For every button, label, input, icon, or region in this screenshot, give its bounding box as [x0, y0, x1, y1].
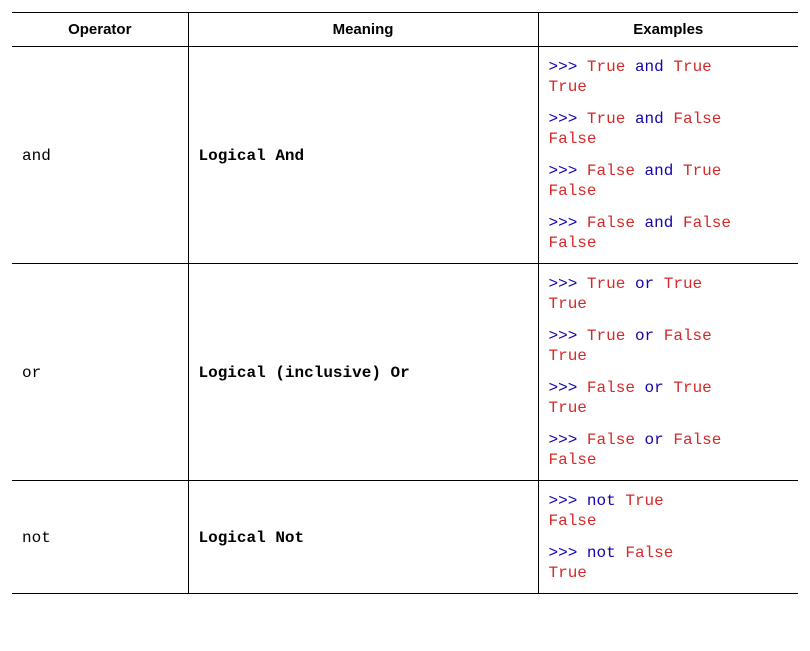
example: >>> True and False False — [549, 109, 789, 149]
keyword: or — [635, 275, 654, 293]
table-row: not Logical Not >>> not True False >>> n… — [12, 481, 798, 594]
example: >>> True and True True — [549, 57, 789, 97]
operand: False — [625, 544, 673, 562]
col-header-meaning: Meaning — [188, 13, 538, 47]
operand: False — [587, 379, 635, 397]
cell-examples: >>> not True False >>> not False True — [538, 481, 798, 594]
operand: True — [683, 162, 721, 180]
keyword: and — [635, 110, 664, 128]
operand: True — [587, 327, 625, 345]
operand: False — [673, 431, 721, 449]
keyword: or — [645, 431, 664, 449]
output: False — [549, 512, 597, 530]
output: True — [549, 78, 587, 96]
cell-meaning: Logical And — [188, 47, 538, 264]
cell-operator: or — [12, 264, 188, 481]
repl-prompt: >>> — [549, 58, 578, 76]
keyword: or — [635, 327, 654, 345]
cell-operator: not — [12, 481, 188, 594]
example: >>> not False True — [549, 543, 789, 583]
operand: False — [587, 162, 635, 180]
repl-prompt: >>> — [549, 214, 578, 232]
example: >>> True or True True — [549, 274, 789, 314]
output: False — [549, 451, 597, 469]
output: True — [549, 399, 587, 417]
repl-prompt: >>> — [549, 110, 578, 128]
operand: False — [587, 431, 635, 449]
output: True — [549, 295, 587, 313]
operand: False — [683, 214, 731, 232]
cell-meaning: Logical (inclusive) Or — [188, 264, 538, 481]
repl-prompt: >>> — [549, 492, 578, 510]
operand: False — [673, 110, 721, 128]
operand: True — [673, 379, 711, 397]
cell-operator: and — [12, 47, 188, 264]
operand: True — [673, 58, 711, 76]
keyword: and — [645, 162, 674, 180]
output: False — [549, 130, 597, 148]
operand: True — [587, 275, 625, 293]
output: True — [549, 347, 587, 365]
example: >>> False and True False — [549, 161, 789, 201]
keyword: and — [635, 58, 664, 76]
cell-meaning: Logical Not — [188, 481, 538, 594]
cell-examples: >>> True or True True >>> True or False … — [538, 264, 798, 481]
output: True — [549, 564, 587, 582]
col-header-operator: Operator — [12, 13, 188, 47]
keyword: and — [645, 214, 674, 232]
example: >>> False or False False — [549, 430, 789, 470]
logical-operators-table: Operator Meaning Examples and Logical An… — [12, 12, 798, 594]
operand: True — [587, 58, 625, 76]
output: False — [549, 182, 597, 200]
repl-prompt: >>> — [549, 379, 578, 397]
cell-examples: >>> True and True True >>> True and Fals… — [538, 47, 798, 264]
table-row: or Logical (inclusive) Or >>> True or Tr… — [12, 264, 798, 481]
example: >>> False or True True — [549, 378, 789, 418]
operand: True — [625, 492, 663, 510]
example: >>> not True False — [549, 491, 789, 531]
operand: True — [664, 275, 702, 293]
operand: True — [587, 110, 625, 128]
repl-prompt: >>> — [549, 327, 578, 345]
keyword: or — [645, 379, 664, 397]
table-row: and Logical And >>> True and True True >… — [12, 47, 798, 264]
operand: False — [664, 327, 712, 345]
operand: False — [587, 214, 635, 232]
repl-prompt: >>> — [549, 544, 578, 562]
output: False — [549, 234, 597, 252]
repl-prompt: >>> — [549, 275, 578, 293]
repl-prompt: >>> — [549, 431, 578, 449]
col-header-examples: Examples — [538, 13, 798, 47]
example: >>> True or False True — [549, 326, 789, 366]
keyword: not — [587, 492, 616, 510]
table-header-row: Operator Meaning Examples — [12, 13, 798, 47]
repl-prompt: >>> — [549, 162, 578, 180]
example: >>> False and False False — [549, 213, 789, 253]
keyword: not — [587, 544, 616, 562]
